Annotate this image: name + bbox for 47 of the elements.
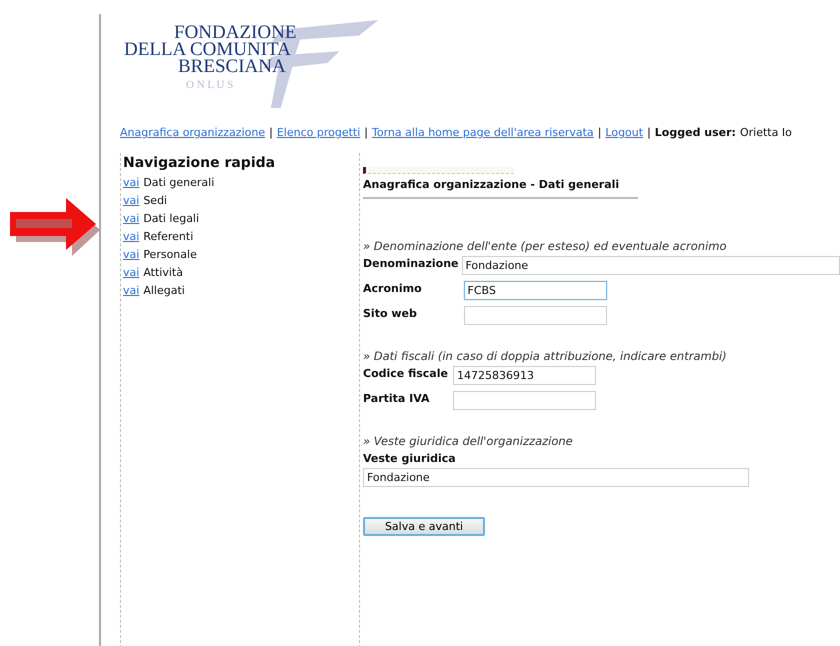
section-heading: » Dati fiscali (in caso di doppia attribuzione, indicare entrambi) (363, 349, 728, 363)
input-field[interactable]: Fondazione (462, 256, 840, 275)
logged-user-name: Orietta Io (740, 126, 792, 139)
separator: | (647, 126, 651, 139)
field-label: Veste giuridica (363, 451, 457, 465)
page-title: Anagrafica organizzazione - Dati generali (363, 174, 638, 199)
arrow-icon (10, 198, 102, 256)
logo-tagline: O N L U S (186, 78, 234, 93)
section-heading: » Veste giuridica dell'organizzazione (363, 434, 574, 448)
vai-link[interactable]: vai (123, 176, 140, 188)
logo-text: DELLA COMUNITA (124, 41, 291, 58)
sidebar-title: Navigazione rapida (123, 155, 276, 171)
vai-link[interactable]: vai (123, 194, 140, 206)
vai-link[interactable]: vai (123, 212, 140, 224)
vai-link[interactable]: vai (123, 266, 140, 278)
vai-link[interactable]: vai (123, 230, 140, 242)
field-label: Denominazione (363, 256, 458, 270)
sidebar-item: Sedi (143, 194, 168, 206)
input-field[interactable]: Fondazione (363, 468, 749, 487)
separator: | (364, 126, 368, 139)
vai-link[interactable]: vai (123, 248, 140, 260)
input-field[interactable] (464, 306, 606, 325)
input-field[interactable]: FCBS (464, 281, 606, 300)
field-label: Acronimo (363, 281, 423, 295)
field-label: Codice fiscale (363, 366, 448, 380)
nav-link[interactable]: Elenco progetti (276, 126, 360, 139)
nav-link[interactable]: Torna alla home page dell'area riservata (372, 126, 594, 139)
logged-user-label: Logged user: (654, 126, 736, 139)
separator: | (598, 126, 602, 139)
sidebar-item: Dati generali (143, 176, 214, 188)
sidebar-item: Referenti (143, 230, 194, 242)
field-label: Partita IVA (363, 391, 431, 405)
input-field[interactable]: 14725836913 (452, 366, 596, 385)
section-heading: » Denominazione dell'ente (per esteso) ed eventuale acronimo (363, 239, 728, 253)
sidebar-item: Attività (143, 266, 183, 278)
input-field[interactable] (452, 391, 596, 410)
sidebar-item: Dati legali (143, 212, 200, 224)
vai-link[interactable]: vai (123, 284, 140, 296)
nav-link[interactable]: Logout (605, 126, 644, 139)
logo-text: FONDAZIONE (174, 24, 296, 41)
nav-link[interactable]: Anagrafica organizzazione (120, 126, 266, 139)
sidebar-item: Personale (143, 248, 197, 260)
separator: | (269, 126, 273, 139)
save-button[interactable]: Salva e avanti (363, 517, 485, 536)
field-label: Sito web (363, 306, 418, 320)
logo-text: BRESCIANA (178, 58, 286, 75)
sidebar-item: Allegati (143, 284, 185, 296)
